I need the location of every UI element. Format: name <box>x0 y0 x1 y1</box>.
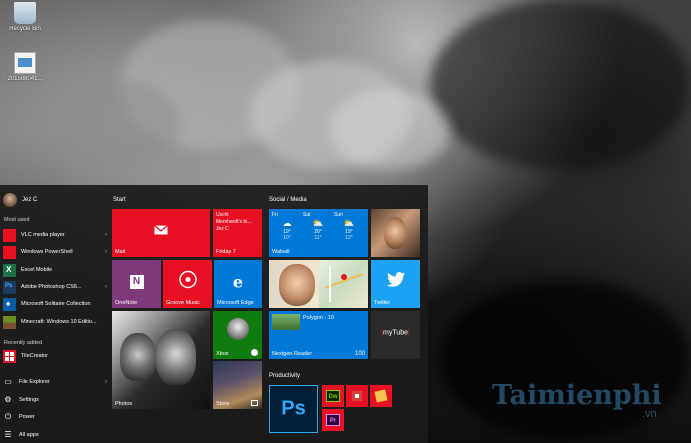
tile-weather[interactable]: Fri ☁ 19° 10° Sat ⛅ 20° 11° Sun ⛅ 19° 12… <box>269 209 368 257</box>
store-bag-icon <box>251 400 258 406</box>
calendar-preview-name: Jez C <box>216 226 229 232</box>
app-logo-icon <box>352 391 362 401</box>
tile-groove-music[interactable]: Groove Music <box>163 260 212 308</box>
tile-photos[interactable]: Photos <box>112 311 210 409</box>
groove-music-icon <box>178 270 197 293</box>
start-file-explorer[interactable]: ▭ File Explorer › <box>3 375 107 389</box>
chevron-right-icon[interactable]: › <box>99 249 107 255</box>
twitter-bird-icon <box>386 271 405 292</box>
group-heading-start[interactable]: Start <box>113 197 126 203</box>
map-pin-icon <box>341 274 347 280</box>
excel-icon: X <box>3 263 16 277</box>
tile-people-contact[interactable] <box>371 209 420 257</box>
app-powershell[interactable]: Windows PowerShell › <box>3 244 107 260</box>
xbox-avatar-icon <box>226 318 249 341</box>
tile-app-pinned-2[interactable] <box>370 385 392 407</box>
tile-xbox[interactable]: Xbox <box>213 311 262 359</box>
tile-onenote[interactable]: N OneNote <box>112 260 161 308</box>
partly-cloudy-icon: ⛅ <box>343 218 355 228</box>
photoshop-icon: Ps <box>3 280 16 294</box>
app-photoshop[interactable]: Ps Adobe Photoshop CS6... › <box>3 279 107 295</box>
app-vlc[interactable]: VLC media player › <box>3 227 107 243</box>
mail-icon <box>154 222 168 240</box>
chevron-right-icon[interactable]: › <box>99 232 107 238</box>
desktop-icon-label: Recycle Bin <box>9 26 41 32</box>
photoshop-logo: Ps <box>281 397 306 420</box>
user-avatar <box>3 193 17 207</box>
vlc-icon <box>3 228 16 242</box>
list-icon: ☰ <box>4 430 12 439</box>
map-thumbnail <box>319 260 368 308</box>
calendar-preview: Memhardt's bi... <box>216 219 252 225</box>
group-heading-social-media[interactable]: Social / Media <box>269 197 307 203</box>
start-menu: Jez C Most used VLC media player › Windo… <box>0 185 428 443</box>
tile-calendar[interactable]: Uschi Memhardt's bi... Jez C Friday 7 <box>213 209 262 257</box>
user-account[interactable]: Jez C <box>3 193 37 207</box>
onenote-icon: N <box>129 274 144 289</box>
solitaire-icon: ♠ <box>3 297 16 311</box>
recently-added-heading: Recently added <box>4 340 43 346</box>
nextgen-feed-title: Polygon - 10 <box>303 315 334 321</box>
edge-icon: e <box>232 272 244 292</box>
watermark: Taimienphi .vn <box>492 380 662 420</box>
weather-day-1: Fri ☁ 19° 10° <box>272 212 302 241</box>
live-contact-photo <box>279 264 315 306</box>
app-excel[interactable]: X Excel Mobile <box>3 262 107 278</box>
premiere-logo: Pr <box>326 414 340 426</box>
tile-app-pinned[interactable] <box>346 385 368 407</box>
desktop-icon-image-file[interactable]: 201508041... <box>2 52 48 82</box>
partly-cloudy-icon: ⛅ <box>312 218 324 228</box>
tilecreator-icon <box>3 349 16 363</box>
desktop-icon-recycle-bin[interactable]: Recycle Bin <box>2 2 48 32</box>
chevron-right-icon[interactable]: › <box>99 379 107 385</box>
tile-microsoft-edge[interactable]: e Microsoft Edge <box>214 260 262 308</box>
weather-day-2: Sat ⛅ 20° 11° <box>303 212 333 241</box>
weather-day-3: Sun ⛅ 19° 12° <box>334 212 364 241</box>
user-name: Jez C <box>22 197 38 203</box>
tile-mytube[interactable]: |myTube| <box>371 311 420 359</box>
powershell-icon <box>3 245 16 259</box>
start-left-pane: Jez C Most used VLC media player › Windo… <box>0 185 108 443</box>
image-file-icon <box>14 52 36 74</box>
tile-people-live[interactable] <box>269 260 368 308</box>
nextgen-thumbnail <box>272 314 300 330</box>
app-tilecreator[interactable]: TileCreator <box>3 348 107 364</box>
chevron-right-icon[interactable]: › <box>99 284 107 290</box>
tile-premiere[interactable]: Pr <box>322 409 344 431</box>
tile-dreamweaver[interactable]: Dw <box>322 385 344 407</box>
xbox-logo-icon <box>251 349 258 356</box>
app-solitaire[interactable]: ♠ Microsoft Solitaire Collection <box>3 296 107 312</box>
group-heading-productivity[interactable]: Productivity <box>269 373 300 379</box>
app-minecraft[interactable]: Minecraft: Windows 10 Editio... <box>3 314 107 330</box>
contact-photo <box>384 217 406 249</box>
weather-location: Walsall <box>272 249 290 255</box>
start-power[interactable]: ⏻ Power <box>3 410 107 424</box>
tile-photoshop[interactable]: Ps <box>269 385 318 433</box>
calendar-day: Friday 7 <box>216 249 236 255</box>
desktop-icon-label: 201508041... <box>7 76 43 82</box>
calendar-sender: Uschi <box>216 212 229 218</box>
dreamweaver-logo: Dw <box>326 390 340 402</box>
tile-nextgen-reader[interactable]: Polygon - 10 Nextgen Reader 100 <box>269 311 368 359</box>
recycle-bin-icon <box>14 2 36 24</box>
minecraft-icon <box>3 315 16 329</box>
cloud-icon: ☁ <box>282 218 292 228</box>
app-logo-icon <box>374 389 388 403</box>
tile-store[interactable]: Store <box>213 361 262 409</box>
tile-mail[interactable]: Mail <box>112 209 210 257</box>
tile-twitter[interactable]: Twitter <box>371 260 420 308</box>
power-icon: ⏻ <box>4 412 12 421</box>
mytube-logo: |myTube| <box>381 329 410 337</box>
gear-icon: ⚙ <box>4 395 12 404</box>
most-used-heading: Most used <box>4 217 30 223</box>
folder-icon: ▭ <box>4 377 12 386</box>
start-settings[interactable]: ⚙ Settings <box>3 393 107 407</box>
nextgen-unread-count: 100 <box>354 351 365 357</box>
start-all-apps[interactable]: ☰ All apps <box>3 428 107 442</box>
